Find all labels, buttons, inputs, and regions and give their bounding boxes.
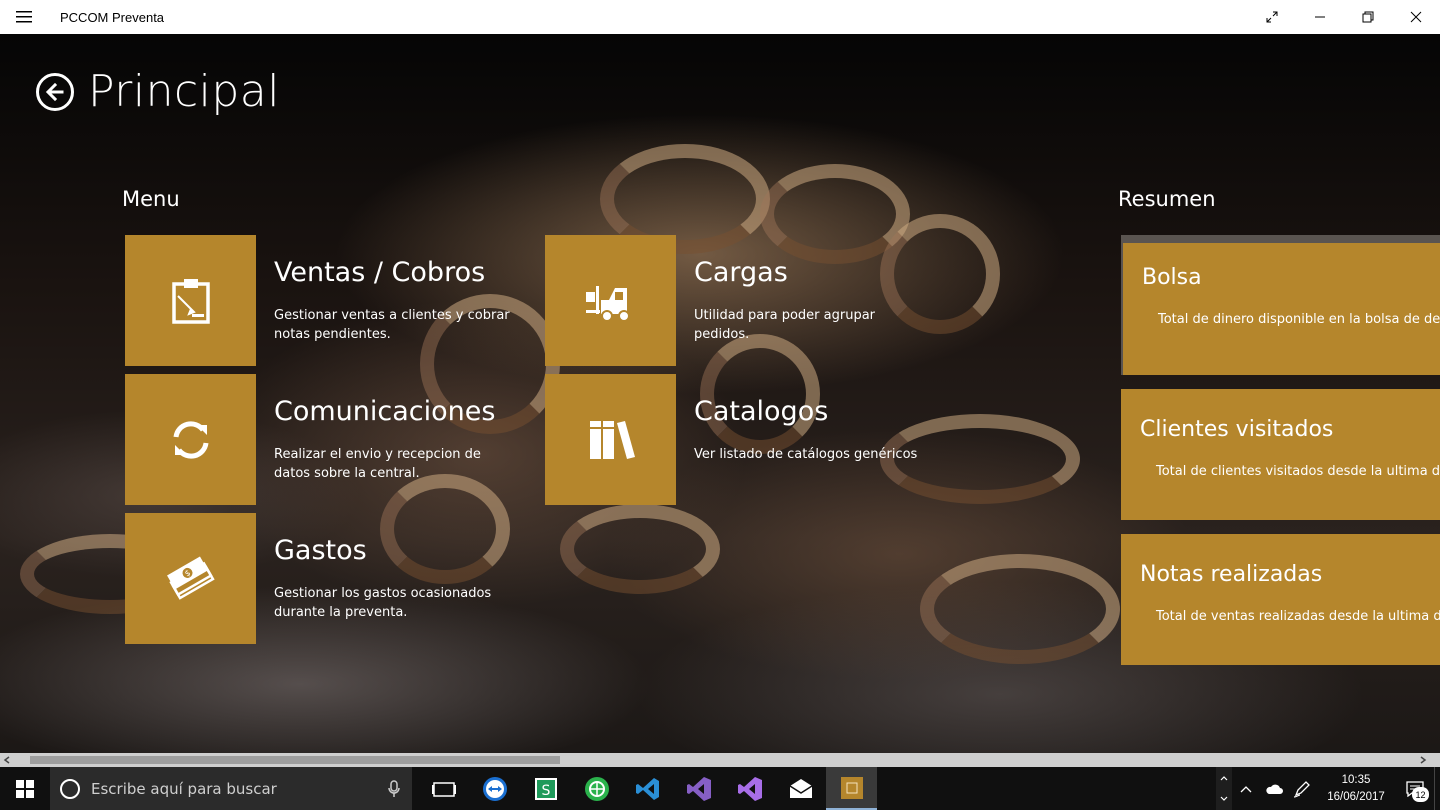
svg-text:S: S: [541, 783, 550, 799]
visual-studio-icon: [686, 776, 711, 801]
system-tray: 10:35 16/06/2017 12: [1216, 767, 1440, 810]
taskbar: S 10:35 16/06/2017: [0, 767, 1440, 810]
taskbar-scroll[interactable]: [1216, 767, 1232, 810]
menu-item-gastos[interactable]: $ Gastos Gestionar los gastos ocasionado…: [125, 513, 525, 644]
cloud-icon: [1266, 784, 1283, 794]
window-title: PCCOM Preventa: [60, 9, 165, 25]
chevron-up-icon: [1220, 775, 1228, 781]
summary-card-bolsa[interactable]: Bolsa Total de dinero disponible en la b…: [1121, 235, 1440, 375]
menu-tile[interactable]: [545, 235, 676, 366]
menu-item-description: Ver listado de catálogos genéricos: [694, 447, 918, 462]
taskbar-app-teamviewer[interactable]: [469, 767, 520, 810]
title-bar: PCCOM Preventa: [0, 0, 1440, 34]
menu-item-description: Gestionar ventas a clientes y cobrar not…: [274, 308, 510, 342]
onedrive-button[interactable]: [1260, 767, 1288, 810]
mail-icon: [789, 778, 812, 798]
summary-section-title: Resumen: [1118, 187, 1216, 211]
notification-badge: 12: [1412, 787, 1429, 802]
minimize-icon: [1315, 16, 1325, 18]
taskbar-app-visual-studio[interactable]: [673, 767, 724, 810]
books-icon: [589, 420, 635, 459]
pen-button[interactable]: [1288, 767, 1316, 810]
pen-icon: [1293, 780, 1310, 798]
taskbar-app-pccom-preventa[interactable]: [826, 767, 877, 810]
chevron-down-icon: [1220, 796, 1228, 802]
summary-card-description: Total de ventas realizadas desde la ulti…: [1156, 609, 1440, 624]
menu-item-title: Ventas / Cobros: [274, 257, 486, 288]
taskbar-app-vscode[interactable]: [622, 767, 673, 810]
clipboard-edit-icon: [171, 278, 210, 324]
menu-section-title: Menu: [122, 187, 180, 211]
window-controls: [1248, 0, 1440, 34]
hamburger-menu-icon[interactable]: [0, 0, 48, 34]
show-desktop-button[interactable]: [1434, 767, 1440, 810]
visual-studio-icon: [737, 776, 762, 801]
show-hidden-icons-button[interactable]: [1232, 767, 1260, 810]
close-icon: [1410, 11, 1422, 23]
horizontal-scrollbar[interactable]: [0, 753, 1440, 767]
taskbar-app-visual-studio-2[interactable]: [724, 767, 775, 810]
chevron-up-icon: [1240, 785, 1252, 792]
arrow-left-icon: [45, 82, 64, 101]
scrollbar-thumb[interactable]: [30, 756, 560, 764]
menu-tile[interactable]: $: [125, 513, 256, 644]
money-icon: $: [166, 556, 215, 600]
minimize-button[interactable]: [1296, 0, 1344, 34]
summary-card-description: Total de dinero disponible en la bolsa d…: [1158, 312, 1440, 327]
summary-card-title: Notas realizadas: [1140, 562, 1323, 587]
task-view-icon: [431, 781, 456, 797]
menu-item-description: Utilidad para poder agrupar pedidos.: [694, 308, 876, 342]
menu-item-catalogos[interactable]: Catalogos Ver listado de catálogos genér…: [545, 374, 945, 505]
scroll-left-icon[interactable]: [0, 753, 14, 767]
back-button[interactable]: [36, 72, 74, 111]
sync-icon: [173, 420, 208, 459]
forklift-icon: [585, 285, 630, 322]
menu-item-description: Gestionar los gastos ocasionados durante…: [274, 586, 492, 620]
taskbar-app-mail[interactable]: [775, 767, 826, 810]
menu-tile[interactable]: [125, 374, 256, 505]
summary-card-title: Clientes visitados: [1140, 417, 1334, 442]
summary-card-clientes-visitados[interactable]: Clientes visitados Total de clientes vis…: [1121, 389, 1440, 520]
teamviewer-icon: [482, 776, 507, 801]
restore-icon: [1362, 11, 1374, 23]
menu-item-description: Realizar el envio y recepcion de datos s…: [274, 447, 481, 481]
summary-card-title: Bolsa: [1142, 265, 1202, 290]
menu-item-title: Comunicaciones: [274, 396, 496, 427]
windows-logo-icon: [16, 779, 34, 798]
visual-studio-code-icon: [635, 777, 659, 800]
fullscreen-button[interactable]: [1248, 0, 1296, 34]
search-input[interactable]: [91, 779, 371, 798]
menu-tile[interactable]: [545, 374, 676, 505]
page-header: Principal: [36, 66, 280, 117]
cortana-icon: [60, 778, 80, 799]
microphone-icon[interactable]: [388, 779, 400, 798]
clock-time: 10:35: [1341, 773, 1371, 786]
summary-card-description: Total de clientes visitados desde la ult…: [1156, 464, 1440, 479]
action-center-button[interactable]: 12: [1396, 767, 1434, 810]
green-app-icon: [584, 776, 609, 801]
clock-date: 16/06/2017: [1327, 790, 1385, 803]
pccom-app-icon: [840, 776, 863, 799]
task-view-button[interactable]: [418, 767, 469, 810]
menu-item-ventas-cobros[interactable]: Ventas / Cobros Gestionar ventas a clien…: [125, 235, 525, 366]
menu-item-cargas[interactable]: Cargas Utilidad para poder agrupar pedid…: [545, 235, 945, 366]
start-button[interactable]: [0, 767, 50, 810]
store-app-icon: S: [534, 777, 557, 800]
taskbar-app-green[interactable]: [571, 767, 622, 810]
taskbar-app-sway[interactable]: S: [520, 767, 571, 810]
taskbar-search-box[interactable]: [50, 767, 412, 810]
menu-item-comunicaciones[interactable]: Comunicaciones Realizar el envio y recep…: [125, 374, 525, 505]
summary-card-notas-realizadas[interactable]: Notas realizadas Total de ventas realiza…: [1121, 534, 1440, 665]
menu-item-title: Catalogos: [694, 396, 829, 427]
page-title: Principal: [88, 66, 280, 117]
menu-item-title: Gastos: [274, 535, 367, 566]
menu-tile[interactable]: [125, 235, 256, 366]
scroll-right-icon[interactable]: [1416, 753, 1430, 767]
close-button[interactable]: [1392, 0, 1440, 34]
taskbar-clock[interactable]: 10:35 16/06/2017: [1316, 772, 1396, 806]
expand-icon: [1266, 11, 1278, 23]
restore-button[interactable]: [1344, 0, 1392, 34]
menu-item-title: Cargas: [694, 257, 788, 288]
